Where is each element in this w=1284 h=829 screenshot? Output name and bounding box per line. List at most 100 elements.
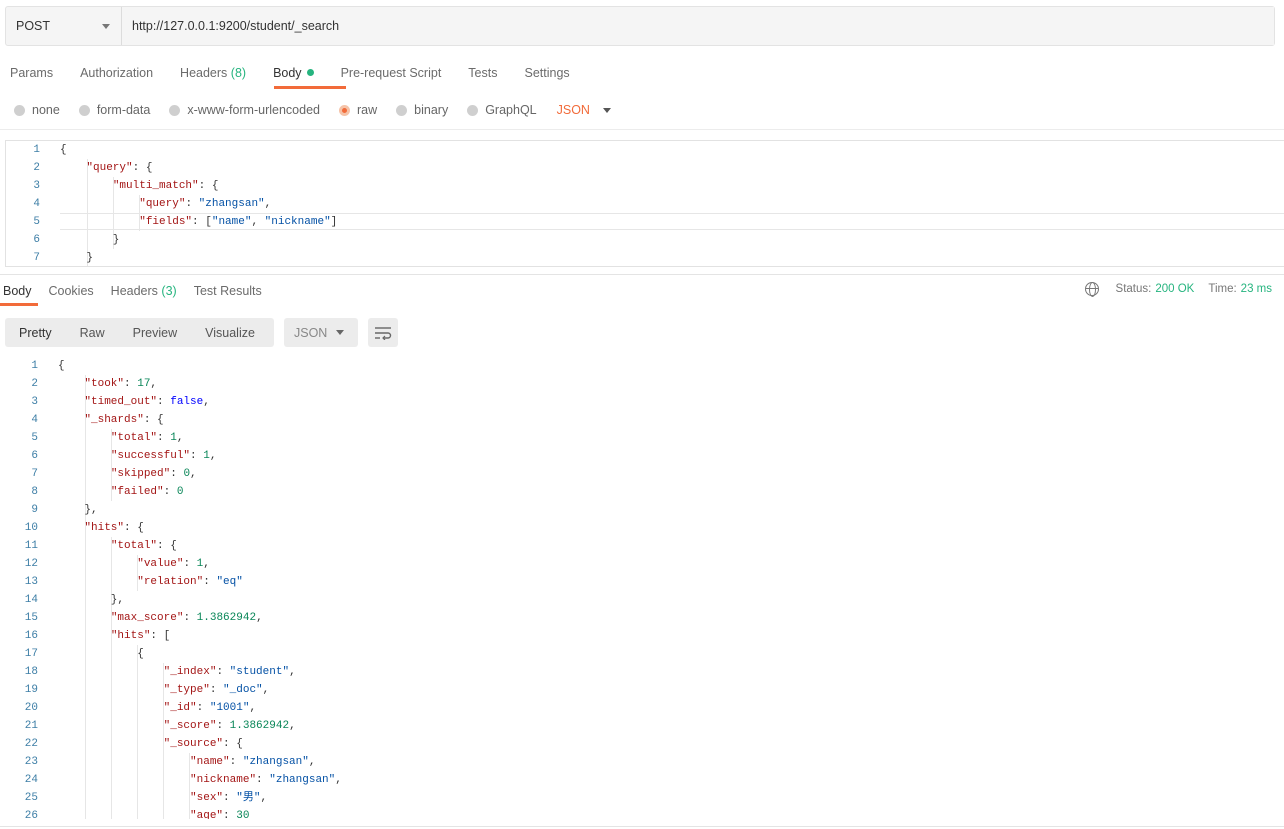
code-line: 9 }, [0,501,1284,519]
body-type-urlencoded[interactable]: x-www-form-urlencoded [169,103,320,117]
tab-tests[interactable]: Tests [468,62,497,86]
body-type-none[interactable]: none [14,103,60,117]
code-text: "relation": "eq" [137,576,243,588]
tab-test-results[interactable]: Test Results [194,282,262,302]
code-line: 14 }, [0,591,1284,609]
line-number: 20 [24,702,38,714]
status-value[interactable]: 200 OK [1155,283,1194,295]
body-type-binary[interactable]: binary [396,103,448,117]
body-language-select[interactable]: JSON [557,103,611,117]
view-pretty-button[interactable]: Pretty [5,326,66,340]
line-number: 18 [24,666,38,678]
line-number: 3 [31,396,38,408]
method-label: POST [16,19,51,33]
tab-response-headers[interactable]: Headers (3) [111,282,177,302]
line-number: 26 [24,810,38,819]
method-select[interactable]: POST [6,7,122,45]
body-type-raw[interactable]: raw [339,103,377,117]
chevron-down-icon [602,107,611,113]
line-number: 5 [33,216,40,228]
line-number: 14 [24,594,38,606]
line-number: 17 [24,648,38,660]
code-text: "successful": 1, [110,450,217,462]
code-text: "failed": 0 [110,486,184,498]
tab-settings[interactable]: Settings [524,62,569,86]
request-url-bar: POST http://127.0.0.1:9200/student/_sear… [5,6,1275,46]
wrap-lines-button[interactable] [368,318,398,347]
active-tab-underline [0,303,38,306]
code-line: 21 "_score": 1.3862942, [0,717,1284,735]
divider [0,826,1284,827]
time-label: Time: [1208,283,1237,295]
tab-body[interactable]: Body [273,62,314,86]
line-number: 19 [24,684,38,696]
status-label: Status: [1115,283,1152,295]
line-number: 4 [33,198,40,210]
code-line: 3 "multi_match": { [6,177,1284,195]
code-line: 5 "total": 1, [0,429,1284,447]
code-line: 26 "age": 30 [0,807,1284,819]
wrap-lines-icon [375,326,392,340]
body-modified-dot-icon [306,69,314,76]
code-line: 20 "_id": "1001", [0,699,1284,717]
view-visualize-button[interactable]: Visualize [191,326,269,340]
radio-icon [169,104,181,116]
code-text: { [60,144,67,156]
url-input[interactable]: http://127.0.0.1:9200/student/_search [122,7,1274,45]
response-body-viewer[interactable]: 1{2 "took": 17, 3 "timed_out": false, 4 "_… [0,357,1284,819]
line-number: 6 [31,450,38,462]
code-text: "nickname": "zhangsan", [190,774,342,786]
body-type-form-data[interactable]: form-data [78,103,150,117]
tab-headers[interactable]: Headers (8) [180,62,246,86]
line-number: 16 [24,630,38,642]
code-line: 5 "fields": ["name", "nickname"] [6,213,1284,231]
tab-params[interactable]: Params [10,62,53,86]
code-text: "total": { [110,540,177,552]
code-text: "fields": ["name", "nickname"] [139,216,338,228]
line-number: 7 [33,252,40,264]
line-number: 22 [24,738,38,750]
line-number: 5 [31,432,38,444]
code-text: "multi_match": { [112,180,219,192]
chevron-down-icon [102,23,110,29]
response-tabs: Body Cookies Headers (3) Test Results [3,282,279,302]
code-line: 12 "value": 1, [0,555,1284,573]
radio-icon [467,104,479,116]
request-body-editor[interactable]: 1{2 "query": {3 "multi_match": {4 "query… [5,140,1284,267]
view-preview-button[interactable]: Preview [119,326,191,340]
tab-authorization[interactable]: Authorization [80,62,153,86]
code-text: "hits": { [84,522,144,534]
line-number: 24 [24,774,38,786]
line-number: 25 [24,792,38,804]
globe-icon[interactable] [1084,282,1099,297]
view-raw-button[interactable]: Raw [66,326,119,340]
code-text: "hits": [ [110,630,171,642]
code-text: }, [58,594,125,606]
response-format-select[interactable]: JSON [284,318,358,347]
divider [0,274,1284,275]
code-text: "sex": "男", [190,792,268,804]
view-mode-bar: Pretty Raw Preview Visualize [5,318,274,347]
line-number: 15 [24,612,38,624]
code-text: "took": 17, [84,378,158,390]
tab-pre-request-script[interactable]: Pre-request Script [341,62,442,86]
code-text: "query": "zhangsan", [139,198,272,210]
code-line: 17 { [0,645,1284,663]
code-line: 6 } [6,231,1284,249]
line-number: 2 [31,378,38,390]
time-value[interactable]: 23 ms [1241,283,1272,295]
divider [0,129,1284,130]
code-line: 24 "nickname": "zhangsan", [0,771,1284,789]
code-line: 1{ [0,357,1284,375]
body-type-graphql[interactable]: GraphQL [467,103,537,117]
line-number: 2 [33,162,40,174]
active-tab-underline [274,86,346,89]
tab-response-cookies[interactable]: Cookies [49,282,94,302]
radio-icon [14,104,25,116]
code-text: "_index": "student", [163,666,296,678]
code-line: 3 "timed_out": false, [0,393,1284,411]
code-text: }, [58,504,98,516]
line-number: 10 [24,522,38,534]
tab-response-body[interactable]: Body [3,282,32,302]
code-text: { [58,360,65,372]
